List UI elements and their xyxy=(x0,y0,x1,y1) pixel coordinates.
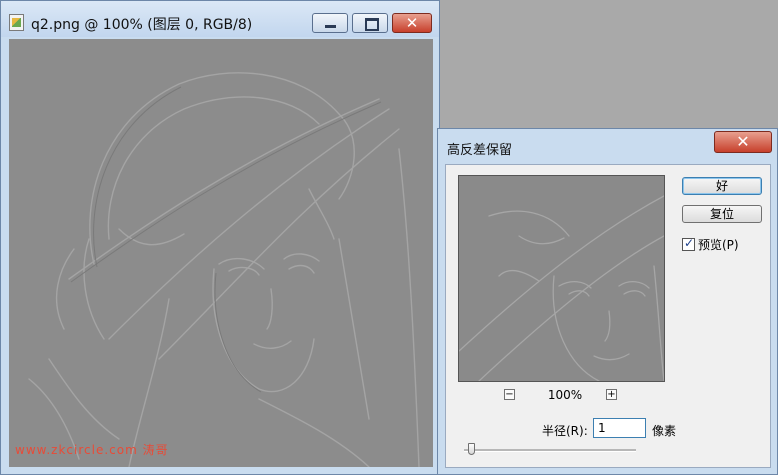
close-icon: ✕ xyxy=(736,132,750,151)
ok-button[interactable]: 好 xyxy=(682,177,762,195)
zoom-controls: − 100% + xyxy=(504,388,624,404)
preview-toggle[interactable]: 预览(P) xyxy=(682,236,739,252)
reset-button[interactable]: 复位 xyxy=(682,205,762,223)
minimize-icon xyxy=(325,25,336,28)
preview-checkbox[interactable] xyxy=(682,236,695,251)
preview-image xyxy=(459,176,664,381)
image-canvas[interactable] xyxy=(9,39,433,467)
high-pass-dialog: 高反差保留 ✕ − 100% + 好 复位 ✓预览(P) 半径(R): 1 像素 xyxy=(437,128,778,475)
dialog-close-button[interactable]: ✕ xyxy=(714,131,772,153)
filter-preview[interactable] xyxy=(458,175,665,382)
dialog-body: − 100% + 好 复位 预览(P) 半径(R): 像素 xyxy=(445,164,771,468)
plus-icon: + xyxy=(607,389,616,400)
zoom-in-button[interactable]: + xyxy=(606,389,617,400)
document-window: q2.png @ 100% (图层 0, RGB/8) ✕ www.zkcirc… xyxy=(0,0,440,475)
document-title: q2.png @ 100% (图层 0, RGB/8) xyxy=(31,17,253,33)
radius-slider-thumb[interactable] xyxy=(468,443,475,455)
radius-unit: 像素 xyxy=(652,424,677,438)
document-titlebar[interactable]: q2.png @ 100% (图层 0, RGB/8) ✕ xyxy=(1,1,439,37)
dialog-titlebar[interactable]: 高反差保留 ✕ xyxy=(438,129,777,161)
high-pass-image xyxy=(9,39,433,467)
preview-label: 预览(P) xyxy=(698,238,739,252)
minimize-button[interactable] xyxy=(312,13,348,33)
watermark-text: www.zkcircle.com 涛哥 xyxy=(15,443,169,457)
zoom-value: 100% xyxy=(547,388,583,402)
close-icon: ✕ xyxy=(405,14,419,32)
maximize-icon xyxy=(365,18,379,31)
maximize-button[interactable] xyxy=(352,13,388,33)
radius-input[interactable] xyxy=(593,418,646,438)
radius-slider-track[interactable] xyxy=(464,449,636,452)
image-file-icon xyxy=(9,14,24,31)
radius-label: 半径(R): xyxy=(542,424,588,438)
close-button[interactable]: ✕ xyxy=(392,13,432,33)
zoom-out-button[interactable]: − xyxy=(504,389,515,400)
dialog-title: 高反差保留 xyxy=(447,143,513,158)
minus-icon: − xyxy=(505,389,514,400)
